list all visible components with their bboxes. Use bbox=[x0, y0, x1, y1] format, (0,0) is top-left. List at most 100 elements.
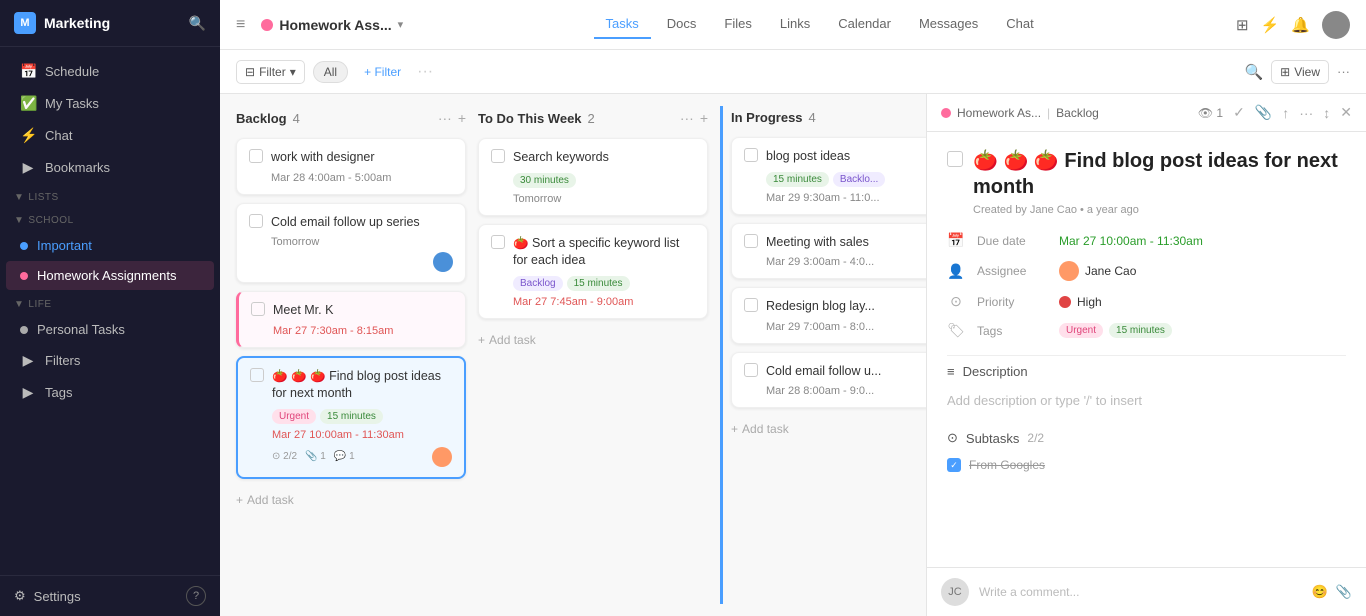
toolbar-search-icon[interactable]: 🔍 bbox=[1244, 63, 1263, 81]
column-actions: ··· + bbox=[438, 110, 466, 126]
board-container: Backlog 4 ··· + work with designer Ma bbox=[220, 94, 1366, 616]
task-card[interactable]: work with designer Mar 28 4:00am - 5:00a… bbox=[236, 138, 466, 195]
task-checkbox[interactable] bbox=[744, 363, 758, 377]
task-card[interactable]: Meeting with sales Mar 29 3:00am - 4:0..… bbox=[731, 223, 926, 280]
task-checkbox[interactable] bbox=[491, 149, 505, 163]
breadcrumb: Homework As... | Backlog bbox=[941, 106, 1190, 120]
task-date: Mar 28 8:00am - 9:0... bbox=[766, 385, 926, 397]
comment-avatar: JC bbox=[941, 578, 969, 606]
expand-icon[interactable]: ↕ bbox=[1323, 105, 1330, 121]
bolt-icon[interactable]: ⚡ bbox=[1261, 16, 1280, 34]
column-title: To Do This Week bbox=[478, 111, 582, 126]
nav-files[interactable]: Files bbox=[712, 10, 763, 39]
sidebar-item-schedule[interactable]: 📅 Schedule bbox=[6, 56, 214, 87]
sidebar-item-chat[interactable]: ⚡ Chat bbox=[6, 120, 214, 151]
nav-tasks[interactable]: Tasks bbox=[594, 10, 651, 39]
sidebar-item-bookmarks[interactable]: ▶ Bookmarks bbox=[6, 152, 214, 183]
complete-icon[interactable]: ✓ bbox=[1233, 104, 1245, 121]
detail-task-checkbox[interactable] bbox=[947, 151, 963, 167]
sidebar-item-personal-tasks[interactable]: Personal Tasks bbox=[6, 315, 214, 344]
nav-messages[interactable]: Messages bbox=[907, 10, 990, 39]
detail-project-dot bbox=[941, 108, 951, 118]
important-dot bbox=[20, 242, 28, 250]
task-card[interactable]: 🍅 Sort a specific keyword list for each … bbox=[478, 224, 708, 319]
activity-icon[interactable]: ↑ bbox=[1282, 105, 1289, 121]
task-checkbox[interactable] bbox=[249, 214, 263, 228]
field-value: Urgent 15 minutes bbox=[1059, 323, 1172, 338]
task-card[interactable]: Redesign blog lay... Mar 29 7:00am - 8:0… bbox=[731, 287, 926, 344]
add-task-inprogress[interactable]: + Add task bbox=[731, 416, 926, 442]
sidebar-item-important[interactable]: Important bbox=[6, 231, 214, 260]
task-checkbox[interactable] bbox=[251, 302, 265, 316]
grid-icon[interactable]: ⊞ bbox=[1236, 16, 1249, 34]
help-icon[interactable]: ? bbox=[186, 586, 206, 606]
all-filter-tag[interactable]: All bbox=[313, 61, 348, 83]
tag-urgent[interactable]: Urgent bbox=[1059, 323, 1103, 338]
more-icon[interactable]: ··· bbox=[1299, 105, 1313, 121]
task-checkbox[interactable] bbox=[250, 368, 264, 382]
user-avatar[interactable] bbox=[1322, 11, 1350, 39]
filter-button[interactable]: ⊟ Filter ▾ bbox=[236, 60, 305, 84]
project-selector[interactable]: Homework Ass... ▾ bbox=[261, 17, 403, 33]
search-icon[interactable]: 🔍 bbox=[189, 15, 206, 32]
nav-links[interactable]: Links bbox=[768, 10, 822, 39]
close-icon[interactable]: ✕ bbox=[1340, 104, 1352, 121]
task-checkbox[interactable] bbox=[744, 234, 758, 248]
subtask-checkbox[interactable]: ✓ bbox=[947, 458, 961, 472]
column-more-icon[interactable]: ··· bbox=[438, 110, 452, 126]
settings-label: Settings bbox=[34, 589, 81, 604]
toolbar-more-icon[interactable]: ··· bbox=[417, 63, 433, 81]
sidebar-settings[interactable]: ⚙ Settings bbox=[14, 588, 178, 604]
tag-arrow-icon: ▶ bbox=[20, 384, 36, 401]
add-task-backlog[interactable]: + Add task bbox=[236, 487, 466, 513]
column-add-icon[interactable]: + bbox=[458, 110, 466, 126]
task-card[interactable]: Cold email follow u... Mar 28 8:00am - 9… bbox=[731, 352, 926, 409]
sidebar-item-tags[interactable]: ▶ Tags bbox=[6, 377, 214, 408]
nav-docs[interactable]: Docs bbox=[655, 10, 709, 39]
description-placeholder[interactable]: Add description or type '/' to insert bbox=[947, 387, 1346, 414]
task-title: work with designer bbox=[271, 149, 453, 167]
field-value[interactable]: High bbox=[1059, 295, 1102, 309]
task-checkbox[interactable] bbox=[249, 149, 263, 163]
field-value[interactable]: Mar 27 10:00am - 11:30am bbox=[1059, 234, 1203, 248]
detail-title-row: 🍅 🍅 🍅 Find blog post ideas for next mont… bbox=[947, 148, 1346, 200]
column-more-icon[interactable]: ··· bbox=[680, 110, 694, 126]
sidebar-item-my-tasks[interactable]: ✅ My Tasks bbox=[6, 88, 214, 119]
task-card[interactable]: Search keywords 30 minutes Tomorrow bbox=[478, 138, 708, 216]
emoji-icon[interactable]: 😊 bbox=[1312, 584, 1328, 600]
bell-icon[interactable]: 🔔 bbox=[1291, 16, 1310, 34]
sidebar-item-homework[interactable]: Homework Assignments bbox=[6, 261, 214, 290]
task-avatar bbox=[433, 252, 453, 272]
add-icon: + bbox=[478, 333, 485, 347]
task-checkbox[interactable] bbox=[491, 235, 505, 249]
column-add-icon[interactable]: + bbox=[700, 110, 708, 126]
attach-icon[interactable]: 📎 bbox=[1336, 584, 1352, 600]
tag-minutes[interactable]: 15 minutes bbox=[1109, 323, 1172, 338]
tag-minutes: 30 minutes bbox=[513, 173, 576, 188]
attachment-icon[interactable]: 📎 bbox=[1255, 104, 1272, 121]
sidebar-section-life[interactable]: ▼ LIFE bbox=[0, 291, 220, 314]
nav-chat[interactable]: Chat bbox=[994, 10, 1045, 39]
task-card[interactable]: blog post ideas 15 minutes Backlo... Mar… bbox=[731, 137, 926, 215]
task-card[interactable]: Cold email follow up series Tomorrow bbox=[236, 203, 466, 284]
subtask-label: From Googles bbox=[969, 458, 1045, 472]
sidebar-item-filters[interactable]: ▶ Filters bbox=[6, 345, 214, 376]
watch-icon[interactable]: 👁 1 bbox=[1198, 106, 1223, 120]
board: Backlog 4 ··· + work with designer Ma bbox=[220, 94, 926, 616]
sidebar-section-school[interactable]: ▼ SCHOOL bbox=[0, 207, 220, 230]
task-card[interactable]: Meet Mr. K Mar 27 7:30am - 8:15am bbox=[236, 291, 466, 348]
nav-calendar[interactable]: Calendar bbox=[826, 10, 903, 39]
task-card-selected[interactable]: 🍅 🍅 🍅 Find blog post ideas for next mont… bbox=[236, 356, 466, 479]
field-value[interactable]: Jane Cao bbox=[1059, 261, 1136, 281]
sidebar-section-lists[interactable]: ▼ Lists bbox=[0, 184, 220, 207]
task-tags: Urgent 15 minutes bbox=[272, 409, 452, 424]
task-checkbox[interactable] bbox=[744, 298, 758, 312]
view-button[interactable]: ⊞ View bbox=[1271, 60, 1329, 84]
add-filter-button[interactable]: + Filter bbox=[356, 61, 409, 83]
add-task-todo[interactable]: + Add task bbox=[478, 327, 708, 353]
task-checkbox[interactable] bbox=[744, 148, 758, 162]
task-title: Meet Mr. K bbox=[273, 302, 453, 320]
toolbar-more2-icon[interactable]: ··· bbox=[1337, 64, 1350, 79]
comment-input[interactable] bbox=[979, 585, 1302, 599]
menu-icon[interactable]: ≡ bbox=[236, 16, 245, 34]
